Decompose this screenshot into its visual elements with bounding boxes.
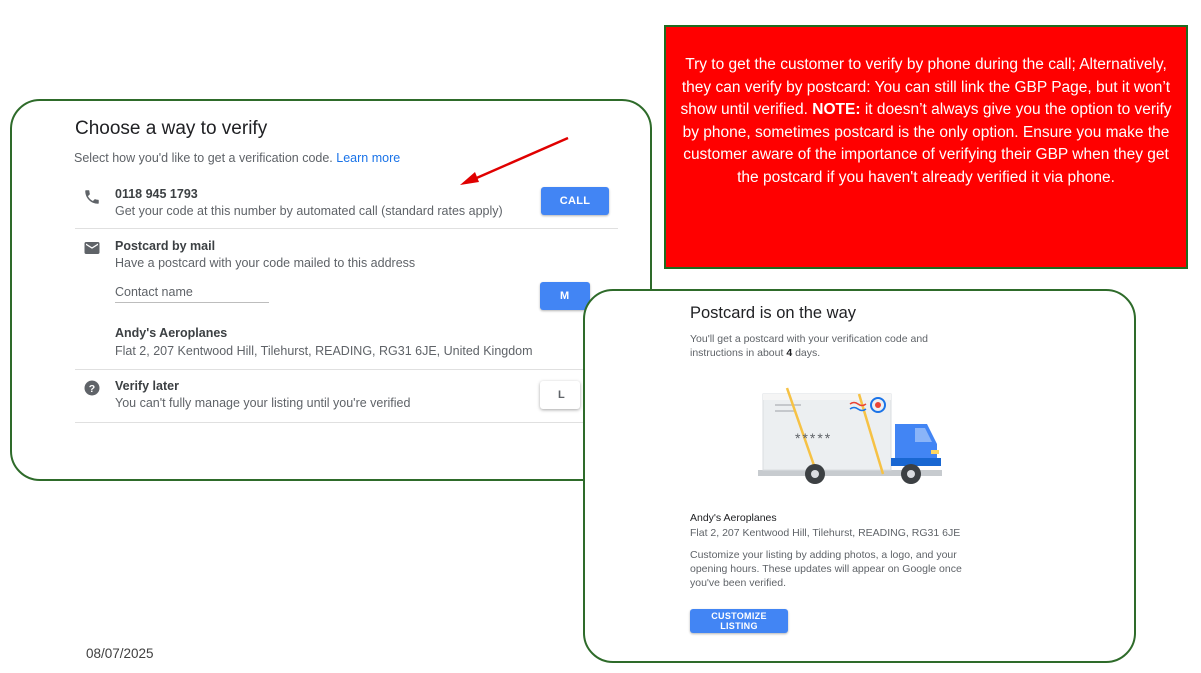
later-button[interactable]: L	[540, 381, 580, 409]
verify-subtitle-text: Select how you'd like to get a verificat…	[74, 151, 333, 165]
verify-later-title: Verify later	[115, 379, 179, 393]
cargo-top	[763, 394, 891, 400]
verify-later-option[interactable]: ? Verify later You can't fully manage yo…	[75, 370, 618, 423]
business-address: Flat 2, 207 Kentwood Hill, Tilehurst, RE…	[115, 344, 533, 358]
svg-text:?: ?	[89, 383, 95, 395]
postcard-title: Postcard is on the way	[690, 304, 856, 322]
postcard-title: Postcard by mail	[115, 239, 216, 253]
note-box: Try to get the customer to verify by pho…	[664, 25, 1188, 269]
postcard-description: Have a postcard with your code mailed to…	[115, 256, 416, 270]
call-button[interactable]: CALL	[541, 187, 609, 215]
mail-icon	[84, 242, 100, 254]
postcard-code-stars: *****	[795, 430, 832, 446]
postcard-business-address: Flat 2, 207 Kentwood Hill, Tilehurst, RE…	[690, 527, 961, 539]
verify-subtitle: Select how you'd like to get a verificat…	[74, 151, 400, 165]
postcard-intro-days: days.	[795, 347, 821, 359]
help-icon: ?	[84, 380, 100, 396]
red-arrow	[460, 136, 569, 185]
postcard-intro: You'll get a postcard with your verifica…	[690, 332, 980, 360]
customize-listing-button[interactable]: CUSTOMIZE LISTING	[690, 609, 788, 633]
delivery-days: 4	[786, 347, 793, 359]
postcard-confirmation-panel: Postcard is on the way You'll get a post…	[583, 289, 1136, 663]
customize-description: Customize your listing by adding photos,…	[690, 549, 962, 589]
note-label: NOTE:	[812, 101, 861, 118]
phone-description: Get your code at this number by automate…	[115, 204, 503, 218]
slide-date: 08/07/2025	[86, 646, 154, 661]
postcard-business-name: Andy's Aeroplanes	[690, 512, 777, 524]
verify-later-description: You can't fully manage your listing unti…	[115, 396, 411, 410]
mail-button[interactable]: M	[540, 282, 590, 310]
learn-more-link[interactable]: Learn more	[336, 151, 400, 165]
verify-title: Choose a way to verify	[75, 118, 268, 139]
business-name: Andy's Aeroplanes	[115, 326, 228, 340]
delivery-truck-illustration: *****	[758, 387, 942, 484]
phone-icon	[85, 190, 99, 204]
contact-name-input[interactable]	[115, 281, 269, 303]
phone-number: 0118 945 1793	[115, 187, 198, 201]
